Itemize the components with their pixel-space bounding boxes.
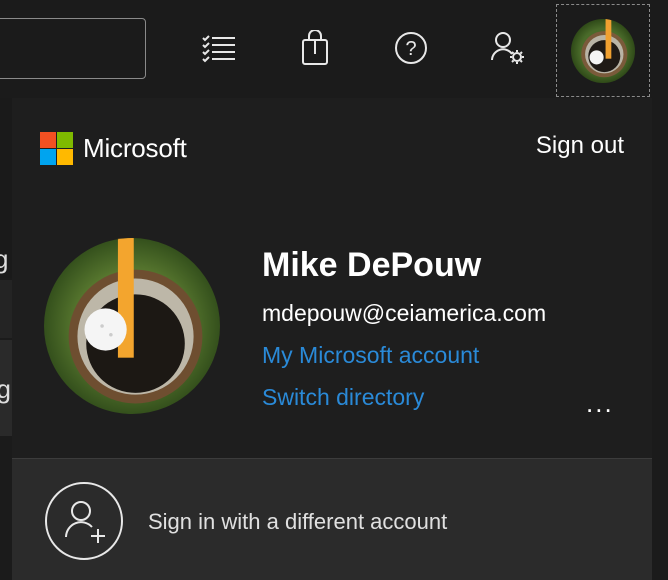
avatar <box>571 18 635 83</box>
person-settings-icon[interactable] <box>490 30 526 66</box>
microsoft-wordmark: Microsoft <box>83 133 187 163</box>
background-text-fragment: g <box>0 244 9 274</box>
more-options-button[interactable]: ... <box>586 388 614 419</box>
background-page-strip-right <box>652 98 668 580</box>
shopping-bag-icon[interactable] <box>297 30 333 66</box>
help-icon[interactable]: ? <box>393 30 429 66</box>
user-email: mdepouw@ceiamerica.com <box>262 300 547 326</box>
switch-directory-link[interactable]: Switch directory <box>262 384 424 411</box>
avatar <box>44 238 220 414</box>
svg-text:?: ? <box>405 38 416 60</box>
add-person-icon <box>44 481 124 561</box>
sign-out-button[interactable]: Sign out <box>536 132 624 160</box>
background-page-strip: g ng <box>0 98 12 580</box>
microsoft-logo: Microsoft <box>40 132 187 165</box>
top-bar: ? <box>0 0 668 98</box>
account-manager-panel: Microsoft Sign out Mike DePouw mdepouw@c… <box>12 98 652 580</box>
sign-in-different-account-row[interactable]: Sign in with a different account <box>12 458 652 580</box>
search-input[interactable] <box>0 18 146 79</box>
my-microsoft-account-link[interactable]: My Microsoft account <box>262 342 479 369</box>
sign-in-different-account-label: Sign in with a different account <box>148 509 448 534</box>
user-display-name: Mike DePouw <box>262 246 482 284</box>
microsoft-logo-icon <box>40 132 73 165</box>
account-avatar-button[interactable] <box>556 4 650 97</box>
background-text-fragment: ng <box>0 374 11 404</box>
checklist-icon[interactable] <box>201 30 237 66</box>
